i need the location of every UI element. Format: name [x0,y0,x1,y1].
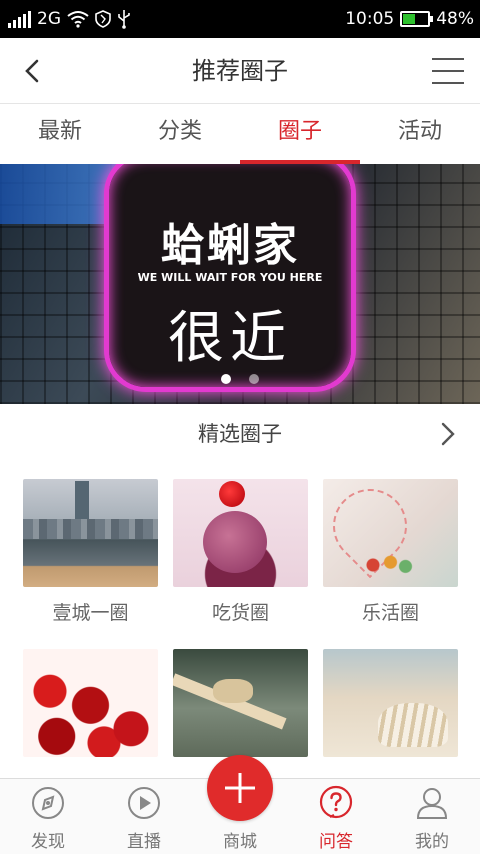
ice-cream-photo [173,479,308,587]
section-header[interactable]: 精选圈子 [0,404,480,464]
tab-events[interactable]: 活动 [360,104,480,164]
network-type: 2G [37,9,61,29]
featured-circles-section: 精选圈子 壹城一圈 吃货圈 乐活圈 [0,404,480,778]
battery-icon [400,11,434,27]
paper-heart-photo [323,479,458,587]
banner-sign: 蛤蜊家 WE WILL WAIT FOR YOU HERE 很近 [104,164,356,392]
plus-icon[interactable] [207,755,273,821]
user-icon [416,788,448,819]
cherries-photo [23,649,158,757]
nav-label: 商城 [223,832,257,852]
nav-label: 问答 [319,832,353,852]
nav-label: 发现 [31,832,65,852]
banner-slogan: WE WILL WAIT FOR YOU HERE [137,271,323,284]
status-right: 10:05 48% [345,8,474,30]
circle-card[interactable]: 吃货圈 [173,479,308,649]
nav-live[interactable]: 直播 [96,779,192,854]
play-icon [128,787,160,819]
app-header: 推荐圈子 [0,38,480,104]
section-title: 精选圈子 [198,422,282,446]
nav-discover[interactable]: 发现 [0,779,96,854]
battery-fill [403,14,415,24]
tab-category[interactable]: 分类 [120,104,240,164]
nav-label: 直播 [127,832,161,852]
nav-qa[interactable]: 问答 [288,779,384,854]
city-skyline-photo [23,479,158,587]
tab-latest[interactable]: 最新 [0,104,120,164]
question-icon [319,785,353,819]
compass-icon [32,787,64,819]
nav-label: 我的 [415,832,449,852]
status-bar: 2G 10:05 48% [0,0,480,38]
carousel-indicator [0,374,480,384]
banner-carousel[interactable]: 蛤蜊家 WE WILL WAIT FOR YOU HERE 很近 [0,164,480,404]
carousel-dot[interactable] [221,374,231,384]
circle-card[interactable]: 壹城一圈 [23,479,158,649]
signal-icon [8,10,31,28]
battery-percent: 48% [436,9,474,29]
wifi-icon [67,11,89,28]
bottom-nav: 发现 直播 商城 问答 我的 [0,755,480,854]
circle-name: 壹城一圈 [52,602,129,624]
usb-icon [118,10,130,29]
status-left: 2G [8,8,131,30]
hamburger-menu-icon[interactable] [432,58,464,84]
carousel-dot[interactable] [249,374,259,384]
banner-tagline: 很近 [168,306,292,371]
banner-brand-text: 蛤蜊家 [161,220,299,271]
nav-mall[interactable]: 商城 [192,755,288,854]
clock: 10:05 [345,9,395,29]
circle-card[interactable]: 乐活圈 [323,479,458,649]
seashell-photo [323,649,458,757]
tab-bar: 最新 分类 圈子 活动 [0,104,480,164]
nav-me[interactable]: 我的 [384,779,480,854]
bamboo-fountain-photo [173,649,308,757]
tab-circles[interactable]: 圈子 [240,104,360,164]
circle-name: 吃货圈 [211,602,269,624]
page-title: 推荐圈子 [192,57,288,85]
circle-name: 乐活圈 [361,602,419,624]
chevron-right-icon[interactable] [438,422,458,446]
shield-icon [95,10,111,28]
